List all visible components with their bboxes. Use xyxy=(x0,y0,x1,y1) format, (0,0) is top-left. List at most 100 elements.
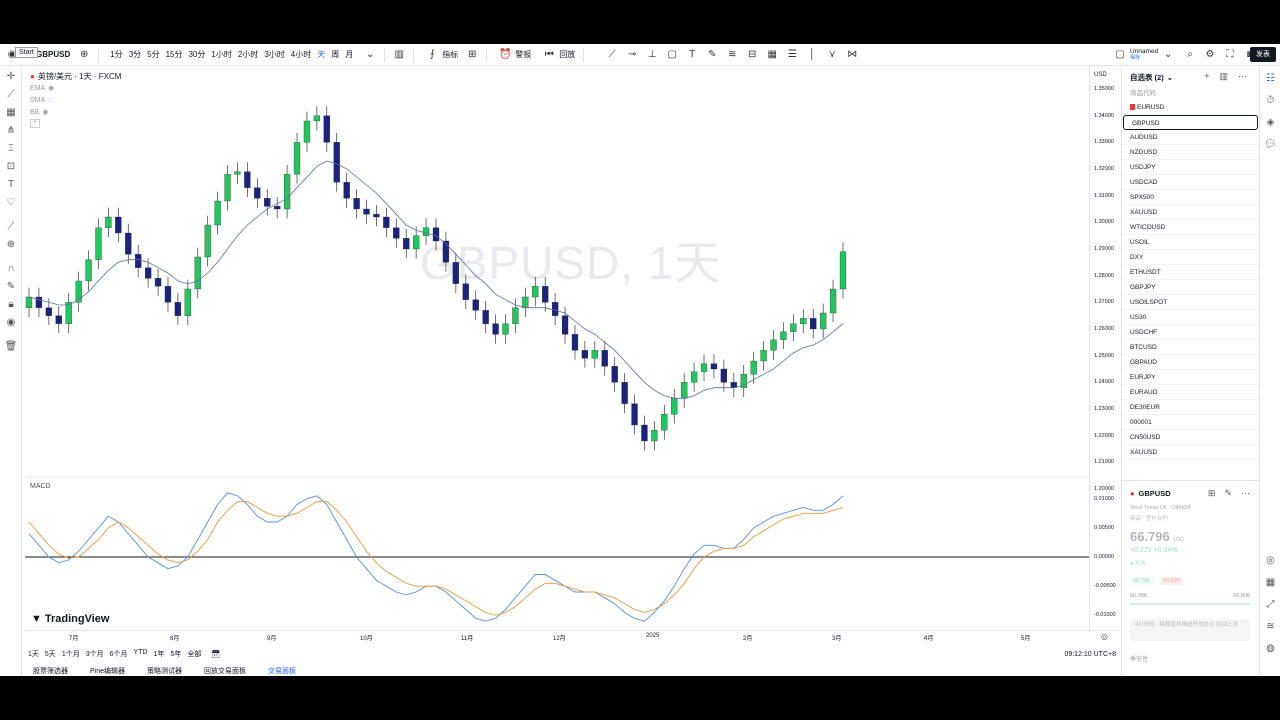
watchlist-item[interactable]: XAUUSD xyxy=(1122,205,1259,220)
notifications-icon[interactable]: ◍ xyxy=(1260,637,1280,659)
watchlist-item[interactable]: EURUSD xyxy=(1122,100,1259,115)
time-axis[interactable]: ◎ 7月 8月 9月 10月 11月 12月 2025 2月 3月 4月 5月 xyxy=(25,630,1120,644)
pattern-icon[interactable]: ⋎ xyxy=(824,47,840,63)
target-icon[interactable]: ◎ xyxy=(1260,549,1280,571)
alert-button[interactable]: ⏰ 警报 xyxy=(491,44,535,66)
watchlist-item[interactable]: WTICOUSD xyxy=(1122,220,1259,235)
gear-icon[interactable]: ⚙ xyxy=(1202,47,1218,63)
watchlist-item[interactable]: GBPUSD xyxy=(1123,115,1258,130)
watchlist-item[interactable]: DXY xyxy=(1122,250,1259,265)
range-6[interactable]: 1年 xyxy=(151,649,168,659)
range-4[interactable]: 6个月 xyxy=(107,649,131,659)
watchlist-item[interactable]: DE30EUR xyxy=(1122,400,1259,415)
fib-grid-icon[interactable]: ▦ xyxy=(0,103,22,121)
interval-2[interactable]: 5分 xyxy=(144,47,162,63)
watchlist-item[interactable]: BTCUSD xyxy=(1122,340,1259,355)
range-8[interactable]: 全部 xyxy=(184,649,204,659)
watchlist-title[interactable]: 自选表 (2) xyxy=(1130,72,1164,83)
legend-sma[interactable]: SMA ◌ xyxy=(30,95,121,107)
interval-10[interactable]: 周 xyxy=(328,47,342,63)
layers-icon[interactable]: ◈ xyxy=(1260,111,1280,133)
grid-icon[interactable]: ⊞ xyxy=(1208,488,1216,499)
vertical-line-icon[interactable]: ⊥ xyxy=(644,47,660,63)
interval-7[interactable]: 3小时 xyxy=(261,47,287,63)
layout-menu[interactable]: ▢ Unnamed 保存 ⌄ xyxy=(1106,44,1182,66)
watchlist-item[interactable]: NZDUSD xyxy=(1122,145,1259,160)
price-axis[interactable]: USD 1.35000 1.34000 1.33000 1.32000 1.31000 1… xyxy=(1089,67,1120,632)
fullscreen-icon[interactable]: ⛶ xyxy=(1222,47,1238,63)
bid-price[interactable]: 66.796 xyxy=(1130,577,1153,585)
interval-8[interactable]: 4小时 xyxy=(288,47,314,63)
bottom-tab-3[interactable]: 回放交易面板 xyxy=(204,666,246,676)
seasonality-label[interactable]: 季节性 xyxy=(1130,654,1148,663)
chevron-down-icon[interactable]: ⌄ xyxy=(1167,73,1173,82)
eye-icon[interactable]: ◉ xyxy=(0,313,22,331)
watchlist-item[interactable]: AUDUSD xyxy=(1122,130,1259,145)
templates-icon[interactable]: ⊞ xyxy=(464,47,480,63)
heart-icon[interactable]: ♡ xyxy=(0,193,22,211)
publish-button[interactable]: 发表 xyxy=(1250,47,1276,62)
calendar-icon[interactable]: 📅︎ xyxy=(208,650,223,658)
lock-drawing-icon[interactable]: ✎ xyxy=(0,277,22,295)
watchlist-item[interactable]: USDCAD xyxy=(1122,175,1259,190)
interval-6[interactable]: 2小时 xyxy=(235,47,261,63)
watchlist-item[interactable]: EURAUD xyxy=(1122,385,1259,400)
search-icon[interactable]: ⌕ xyxy=(1182,47,1198,63)
chevron-down-icon[interactable]: ⌄ xyxy=(362,47,378,63)
watchlist-item[interactable]: CN50USD xyxy=(1122,430,1259,445)
interval-5[interactable]: 1小时 xyxy=(208,47,234,63)
symbol-search[interactable]: GBPUSD xyxy=(32,44,74,66)
forecast-icon[interactable]: ⊡ xyxy=(0,157,22,175)
interval-9[interactable]: 天 xyxy=(314,47,328,63)
view-icon[interactable]: ▥ xyxy=(1219,71,1228,82)
pattern-icon[interactable]: ⌶ xyxy=(0,139,22,157)
bottom-tab-1[interactable]: Pine编辑器 xyxy=(90,666,125,676)
detail-symbol[interactable]: ● GBPUSD xyxy=(1130,489,1171,498)
add-symbol-icon[interactable]: ⊕ xyxy=(76,47,92,63)
watchlist-icon[interactable]: ☷ xyxy=(1260,67,1280,89)
range-2[interactable]: 1个月 xyxy=(59,649,83,659)
watchlist-item[interactable]: GBPJPY xyxy=(1122,280,1259,295)
range-5[interactable]: YTD xyxy=(131,649,151,659)
crosshair-icon[interactable]: ✛ xyxy=(0,67,22,85)
legend-title[interactable]: ● 英镑/美元 · 1天 · FXCM xyxy=(30,71,121,83)
bottom-tab-4[interactable]: 交易面板 xyxy=(268,666,296,676)
watchlist-item[interactable]: ETHUSDT xyxy=(1122,265,1259,280)
watchlist-item[interactable]: USDCHF xyxy=(1122,325,1259,340)
settings-icon[interactable]: ◎ xyxy=(1101,632,1108,641)
collapse-legend-icon[interactable]: ⌃ xyxy=(30,119,40,128)
broadcast-icon[interactable]: ≋ xyxy=(1260,615,1280,637)
zoom-in-icon[interactable]: ⊕ xyxy=(0,235,22,253)
watchlist-item[interactable]: EURJPY xyxy=(1122,370,1259,385)
trend-line-icon[interactable]: ⟋ xyxy=(0,85,22,103)
interval-0[interactable]: 1分 xyxy=(107,47,125,63)
range-0[interactable]: 1天 xyxy=(25,649,42,659)
interval-1[interactable]: 3分 xyxy=(126,47,144,63)
watchlist-item[interactable]: USOILSPOT xyxy=(1122,295,1259,310)
indicators-button[interactable]: ⨍ 指标 xyxy=(418,44,462,66)
bottom-tab-0[interactable]: 股票筛选器 xyxy=(33,666,68,676)
watchlist-item[interactable]: SPX500 xyxy=(1122,190,1259,205)
range-7[interactable]: 5年 xyxy=(167,649,184,659)
fib-icon[interactable]: ≋ xyxy=(724,47,740,63)
watchlist-item[interactable]: XAUUSD xyxy=(1122,445,1259,460)
trend-line-icon[interactable]: ⟋ xyxy=(604,47,620,63)
chat-icon[interactable]: 💬︎ xyxy=(1260,133,1280,155)
ask-price[interactable]: 66.826 xyxy=(1160,577,1183,585)
chart-pane[interactable]: GBPUSD, 1天 ● 英镑/美元 · 1天 · FXCM EMA ◉ SMA ◌ … xyxy=(25,67,1089,632)
interval-11[interactable]: 月 xyxy=(342,47,356,63)
range-3[interactable]: 3个月 xyxy=(83,649,107,659)
legend-bb[interactable]: BB ◉ xyxy=(30,107,121,119)
rectangle-icon[interactable]: ▢ xyxy=(664,47,680,63)
text-icon[interactable]: T xyxy=(684,47,700,63)
grid-icon[interactable]: ▦ xyxy=(764,47,780,63)
watchlist-item[interactable]: USOIL xyxy=(1122,235,1259,250)
brush-icon[interactable]: ✎ xyxy=(704,47,720,63)
bottom-tab-2[interactable]: 策略测试器 xyxy=(147,666,182,676)
clock[interactable]: 09:12:10 UTC+8 xyxy=(1064,651,1116,658)
lines-icon[interactable]: ☰ xyxy=(784,47,800,63)
watchlist-item[interactable]: GBPAUD xyxy=(1122,355,1259,370)
horizontal-ray-icon[interactable]: ⊸ xyxy=(624,47,640,63)
magnet-icon[interactable]: ∩ xyxy=(0,259,22,277)
ruler-icon[interactable]: ⟋ xyxy=(0,217,22,235)
